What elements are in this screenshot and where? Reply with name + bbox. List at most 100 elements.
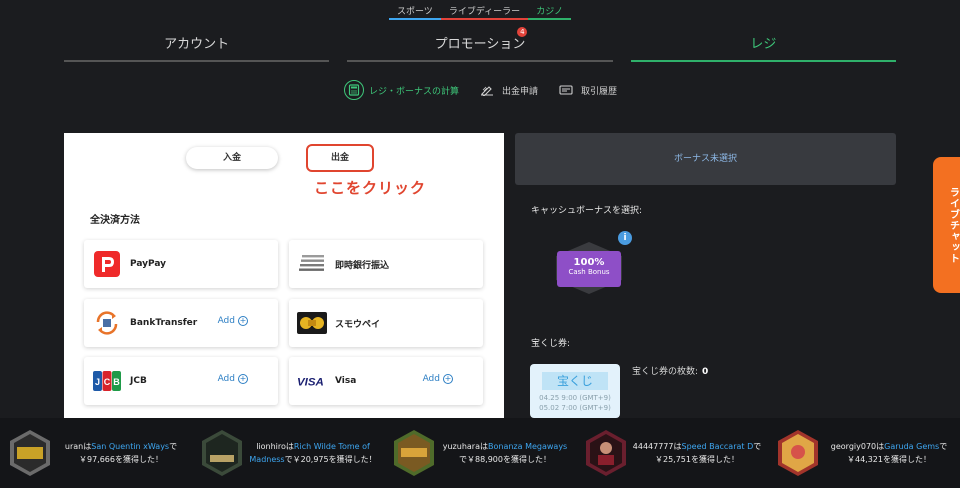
- lottery-date-end: 05.02 7:00 (GMT+9): [539, 404, 611, 412]
- garuda-gems-thumbnail: [778, 430, 818, 476]
- ticker-particle: は: [285, 442, 294, 451]
- ticker-item[interactable]: uranはSan Quentin xWaysで￥97,666を獲得した！: [0, 418, 192, 488]
- subnav-withdraw-request[interactable]: 出金申請: [477, 80, 538, 100]
- ticker-text: 44447777はSpeed Baccarat Dで￥25,751を獲得した！: [632, 440, 762, 466]
- ticker-item[interactable]: yuzuharaはBonanza Megaways で￥88,900を獲得した！: [384, 418, 576, 488]
- tab-account-label: アカウント: [164, 37, 230, 52]
- topnav-sports-bar: [388, 18, 441, 20]
- ticker-particle: で: [284, 455, 293, 464]
- lottery-count: 宝くじ券の枚数: 0: [632, 364, 708, 377]
- tab-promotion-underline: [347, 60, 613, 62]
- subnav-history[interactable]: 取引履歴: [556, 80, 617, 100]
- ticker-user: georgiy070: [830, 442, 877, 451]
- pen-icon: [477, 80, 497, 100]
- ticker-suffix: を獲得した！: [883, 455, 931, 464]
- winners-ticker: uranはSan Quentin xWaysで￥97,666を獲得した！ lio…: [0, 418, 960, 488]
- withdraw-button[interactable]: 出金: [306, 144, 374, 172]
- add-label: Add: [422, 374, 440, 384]
- cashier-page: スポーツ ライブディーラー カジノ アカウント プロモーション 4 レジ レジ・ボ…: [0, 0, 960, 488]
- lottery-ticket-title: 宝くじ: [542, 372, 608, 390]
- bonus-selector[interactable]: ボーナス未選択: [515, 133, 896, 185]
- lottery-label: 宝くじ券:: [531, 339, 571, 349]
- cash-bonus-card[interactable]: 100% Cash Bonus: [557, 251, 621, 287]
- subnav-history-label: 取引履歴: [581, 86, 618, 97]
- ticker-amount: ￥25,751: [655, 455, 691, 464]
- topnav-casino-label: カジノ: [536, 7, 564, 17]
- ticker-suffix: を獲得した！: [503, 455, 551, 464]
- lottery-count-value: 0: [702, 367, 709, 377]
- click-here-annotation: ここをクリック: [314, 179, 427, 197]
- add-jcb-button[interactable]: Add +: [218, 374, 248, 384]
- add-banktransfer-button[interactable]: Add +: [218, 316, 248, 326]
- method-card-banktransfer[interactable]: BankTransfer Add +: [84, 299, 278, 347]
- live-chat-button[interactable]: ライブチャット: [933, 157, 960, 293]
- ticker-game: San Quentin xWays: [91, 442, 170, 451]
- tab-account[interactable]: アカウント: [64, 26, 330, 62]
- top-sport-nav: スポーツ ライブディーラー カジノ: [0, 0, 960, 20]
- ticker-amount: ￥97,666: [79, 455, 115, 464]
- tab-cashier[interactable]: レジ: [630, 26, 896, 62]
- svg-text:J: J: [95, 377, 100, 387]
- cashier-subnav: レジ・ボーナスの計算 出金申請 取引履歴: [344, 80, 617, 100]
- topnav-sports[interactable]: スポーツ: [388, 0, 441, 20]
- ticker-item[interactable]: georgiy070はGaruda Gemsで ￥44,321を獲得した！: [768, 418, 960, 488]
- ticker-item[interactable]: 44447777はSpeed Baccarat Dで￥25,751を獲得した！: [576, 418, 768, 488]
- lottery-date-start: 04.25 9:00 (GMT+9): [539, 394, 611, 402]
- cash-bonus-text: Cash Bonus: [568, 268, 610, 276]
- subnav-bonus-calc[interactable]: レジ・ボーナスの計算: [344, 80, 459, 100]
- method-card-paypay[interactable]: PayPay: [84, 240, 278, 288]
- method-card-sumopay[interactable]: スモウペイ: [289, 299, 483, 347]
- svg-text:C: C: [104, 377, 111, 387]
- method-card-instant-bank[interactable]: 即時銀行振込: [289, 240, 483, 288]
- ticker-amount: ￥20,975: [292, 455, 329, 464]
- live-chat-label: ライブチャット: [947, 186, 959, 264]
- ticker-item[interactable]: lionhiroはRich Wilde Tome of Madnessで￥20,…: [192, 418, 384, 488]
- tab-cashier-underline: [630, 60, 896, 62]
- paypay-logo: [92, 251, 122, 277]
- tab-promotion-label: プロモーション: [434, 37, 526, 52]
- topnav-casino[interactable]: カジノ: [528, 0, 572, 20]
- topnav-live-dealer[interactable]: ライブディーラー: [440, 0, 529, 20]
- main-tabs: アカウント プロモーション 4 レジ: [64, 26, 896, 62]
- topnav-casino-bar: [528, 18, 572, 20]
- tab-account-underline: [64, 60, 330, 62]
- deposit-withdraw-toggle: 入金 出金: [186, 144, 374, 172]
- tab-promotion[interactable]: プロモーション 4: [347, 26, 613, 62]
- add-label: Add: [217, 374, 235, 384]
- bank-stripes-logo: [297, 251, 327, 277]
- ticker-user: uran: [64, 442, 84, 451]
- lottery-count-label: 宝くじ券の枚数:: [632, 367, 699, 377]
- method-card-visa[interactable]: VISA Visa Add +: [289, 357, 483, 405]
- subnav-bonus-calc-label: レジ・ボーナスの計算: [369, 86, 460, 97]
- ticker-game: Garuda Gems: [884, 442, 940, 451]
- deposit-button[interactable]: 入金: [186, 147, 278, 169]
- plus-circle-icon: +: [443, 374, 453, 384]
- svg-text:VISA: VISA: [297, 376, 324, 388]
- subnav-withdraw-request-label: 出金申請: [502, 86, 539, 97]
- method-name: Visa: [335, 376, 357, 386]
- lottery-ticket: 宝くじ 04.25 9:00 (GMT+9) 05.02 7:00 (GMT+9…: [530, 364, 620, 418]
- receipt-icon: [556, 80, 576, 100]
- ticker-user: lionhiro: [256, 442, 286, 451]
- ticker-amount: ￥88,900: [467, 455, 503, 464]
- speed-baccarat-thumbnail: [586, 430, 626, 476]
- ticker-particle: で: [459, 455, 467, 464]
- ticker-text: yuzuharaはBonanza Megaways で￥88,900を獲得した！: [440, 440, 570, 466]
- ticker-amount: ￥44,321: [847, 455, 883, 464]
- plus-circle-icon: +: [238, 374, 248, 384]
- add-visa-button[interactable]: Add +: [423, 374, 453, 384]
- payment-panel: 入金 出金 ここをクリック 全決済方法 PayPay 即時銀行振込 BankTr…: [64, 133, 504, 418]
- cash-bonus-percent: 100%: [573, 257, 605, 268]
- ticker-particle: で: [169, 442, 178, 451]
- tab-cashier-label: レジ: [750, 37, 777, 52]
- ticker-game: Bonanza Megaways: [488, 442, 568, 451]
- ticker-particle: で: [939, 442, 948, 451]
- method-card-jcb[interactable]: JCB JCB Add +: [84, 357, 278, 405]
- plus-circle-icon: +: [238, 316, 248, 326]
- info-icon[interactable]: i: [618, 231, 632, 245]
- bank-transfer-logo: [92, 310, 122, 336]
- ticker-text: uranはSan Quentin xWaysで￥97,666を獲得した！: [56, 440, 186, 466]
- method-name: JCB: [130, 376, 147, 386]
- ticker-game: Speed Baccarat D: [681, 442, 754, 451]
- svg-text:B: B: [113, 377, 120, 387]
